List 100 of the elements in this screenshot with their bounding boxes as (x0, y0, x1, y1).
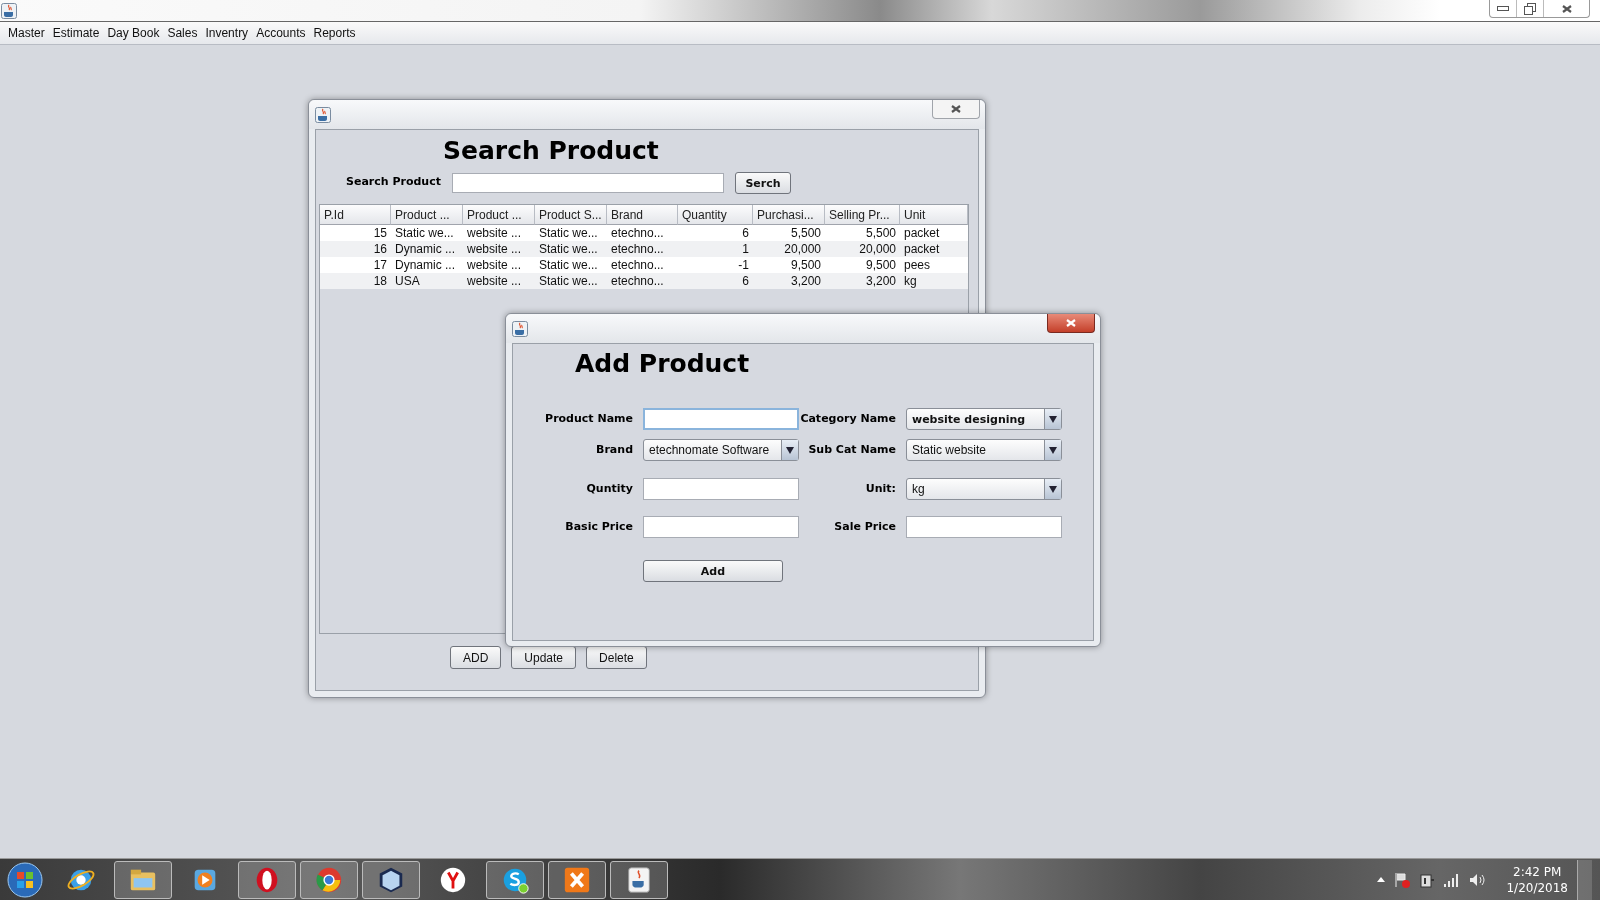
action-button[interactable]: Delete (586, 646, 647, 669)
clock[interactable]: 2:42 PM 1/20/2018 (1506, 863, 1568, 896)
dropdown[interactable]: kg (906, 478, 1062, 500)
table-cell-text: etechno... (610, 257, 665, 273)
signal-bars-icon[interactable] (1444, 872, 1461, 887)
table-cell-text: website ... (466, 241, 523, 257)
window-icon (512, 320, 528, 337)
menu-item[interactable]: Estimate (48, 26, 104, 40)
caret-icon (1049, 446, 1057, 454)
input-field[interactable] (643, 478, 799, 500)
table-cell-text: website ... (466, 273, 523, 289)
field-label: Product Name (544, 411, 634, 427)
taskbar-button[interactable] (362, 860, 420, 899)
window-heading: Search Product (443, 136, 660, 167)
minimize-icon (1497, 5, 1509, 12)
table-cell-text: 18 (372, 273, 388, 289)
menu-item[interactable]: Inventry (201, 26, 253, 40)
menu-item[interactable]: Day Book (103, 26, 164, 40)
flag-icon[interactable] (1394, 871, 1411, 888)
search-field[interactable] (452, 173, 724, 193)
table-cell-text: 3,200 (864, 273, 897, 289)
table-cell-text: 15 (372, 225, 388, 241)
column-header[interactable]: Product S... (535, 205, 607, 225)
column-header[interactable]: Purchasi... (753, 205, 825, 225)
close-button[interactable] (1047, 314, 1095, 333)
search-button[interactable]: Serch (735, 172, 791, 194)
table-cell-text: 20,000 (858, 241, 897, 257)
close-button[interactable] (932, 100, 980, 119)
table-cell-text: 6 (741, 273, 750, 289)
app-icon (1, 2, 17, 19)
field-label: Sale Price (833, 519, 897, 535)
table-cell-text: Static we... (538, 273, 599, 289)
close-icon (1560, 3, 1573, 14)
menu-item[interactable]: Sales (163, 26, 202, 40)
table-cell-text: pees (903, 257, 932, 273)
close-icon (1065, 318, 1077, 328)
show-hidden-icon[interactable] (1377, 877, 1386, 882)
taskbar-button[interactable] (548, 860, 606, 899)
column-header[interactable]: Quantity (678, 205, 753, 225)
window-icon (315, 106, 331, 123)
add-button[interactable]: Add (643, 560, 783, 582)
caret-icon (786, 446, 794, 454)
field-label: Basic Price (564, 519, 634, 535)
dropdown[interactable]: website designing (906, 408, 1062, 430)
table-cell-text: kg (903, 273, 918, 289)
column-header[interactable]: Unit (900, 205, 968, 225)
field-label: Unit: (864, 481, 897, 497)
menu-item[interactable]: Reports (309, 26, 360, 40)
table-cell-text: Dynamic ... (394, 241, 456, 257)
dropdown[interactable]: Static website (906, 439, 1062, 461)
column-header[interactable]: Product ... (463, 205, 535, 225)
table-cell-text: 1 (741, 241, 750, 257)
table-cell-text: Static we... (538, 225, 599, 241)
action-button[interactable]: Update (511, 646, 577, 669)
column-header[interactable]: Brand (607, 205, 678, 225)
show-desktop-button[interactable] (1577, 859, 1592, 900)
input-field[interactable] (643, 516, 799, 538)
field-label: Category Name (799, 411, 897, 427)
table-cell-text: 17 (372, 257, 388, 273)
table-cell-text: packet (903, 225, 941, 241)
table-cell-text: Static we... (394, 225, 455, 241)
input-field[interactable] (906, 516, 1062, 538)
field-label: Search Product (346, 175, 442, 188)
table-cell-text: 20,000 (783, 241, 822, 257)
caret-icon (1049, 415, 1057, 423)
taskbar-button[interactable] (114, 860, 172, 899)
table-cell-text: 6 (741, 225, 750, 241)
table-cell-text: etechno... (610, 225, 665, 241)
field-label: Sub Cat Name (807, 442, 897, 458)
table-cell-text: packet (903, 241, 941, 257)
table-cell-text: 16 (372, 241, 388, 257)
table-cell-text: 3,200 (789, 273, 822, 289)
taskbar-button[interactable] (610, 860, 668, 899)
table-cell-text: USA (394, 273, 421, 289)
column-header[interactable]: P.Id (320, 205, 391, 225)
dialog-heading: Add Product (575, 349, 751, 380)
taskbar-button[interactable] (238, 860, 296, 899)
table-cell-text: -1 (737, 257, 750, 273)
table-cell-text: website ... (466, 257, 523, 273)
table-cell-text: 9,500 (789, 257, 822, 273)
table-cell-text: etechno... (610, 273, 665, 289)
column-header[interactable]: Product ... (391, 205, 463, 225)
taskbar-button[interactable] (486, 860, 544, 899)
close-icon (950, 104, 962, 114)
column-header[interactable]: Selling Pr... (825, 205, 900, 225)
caret-icon (1049, 485, 1057, 493)
table-cell-text: Dynamic ... (394, 257, 456, 273)
table-cell-text: 5,500 (789, 225, 822, 241)
table-cell-text: Static we... (538, 241, 599, 257)
table-cell-text: 9,500 (864, 257, 897, 273)
table-cell-text: etechno... (610, 241, 665, 257)
field-label: Brand (595, 442, 634, 458)
start-button[interactable] (6, 860, 44, 899)
dropdown[interactable]: etechnomate Software (643, 439, 799, 461)
input-field[interactable] (643, 408, 799, 430)
menu-item[interactable]: Accounts (252, 26, 310, 40)
action-button[interactable]: ADD (450, 646, 502, 669)
table-cell-text: website ... (466, 225, 523, 241)
menu-item[interactable]: Master (4, 26, 49, 40)
field-label: Quntity (585, 481, 634, 497)
